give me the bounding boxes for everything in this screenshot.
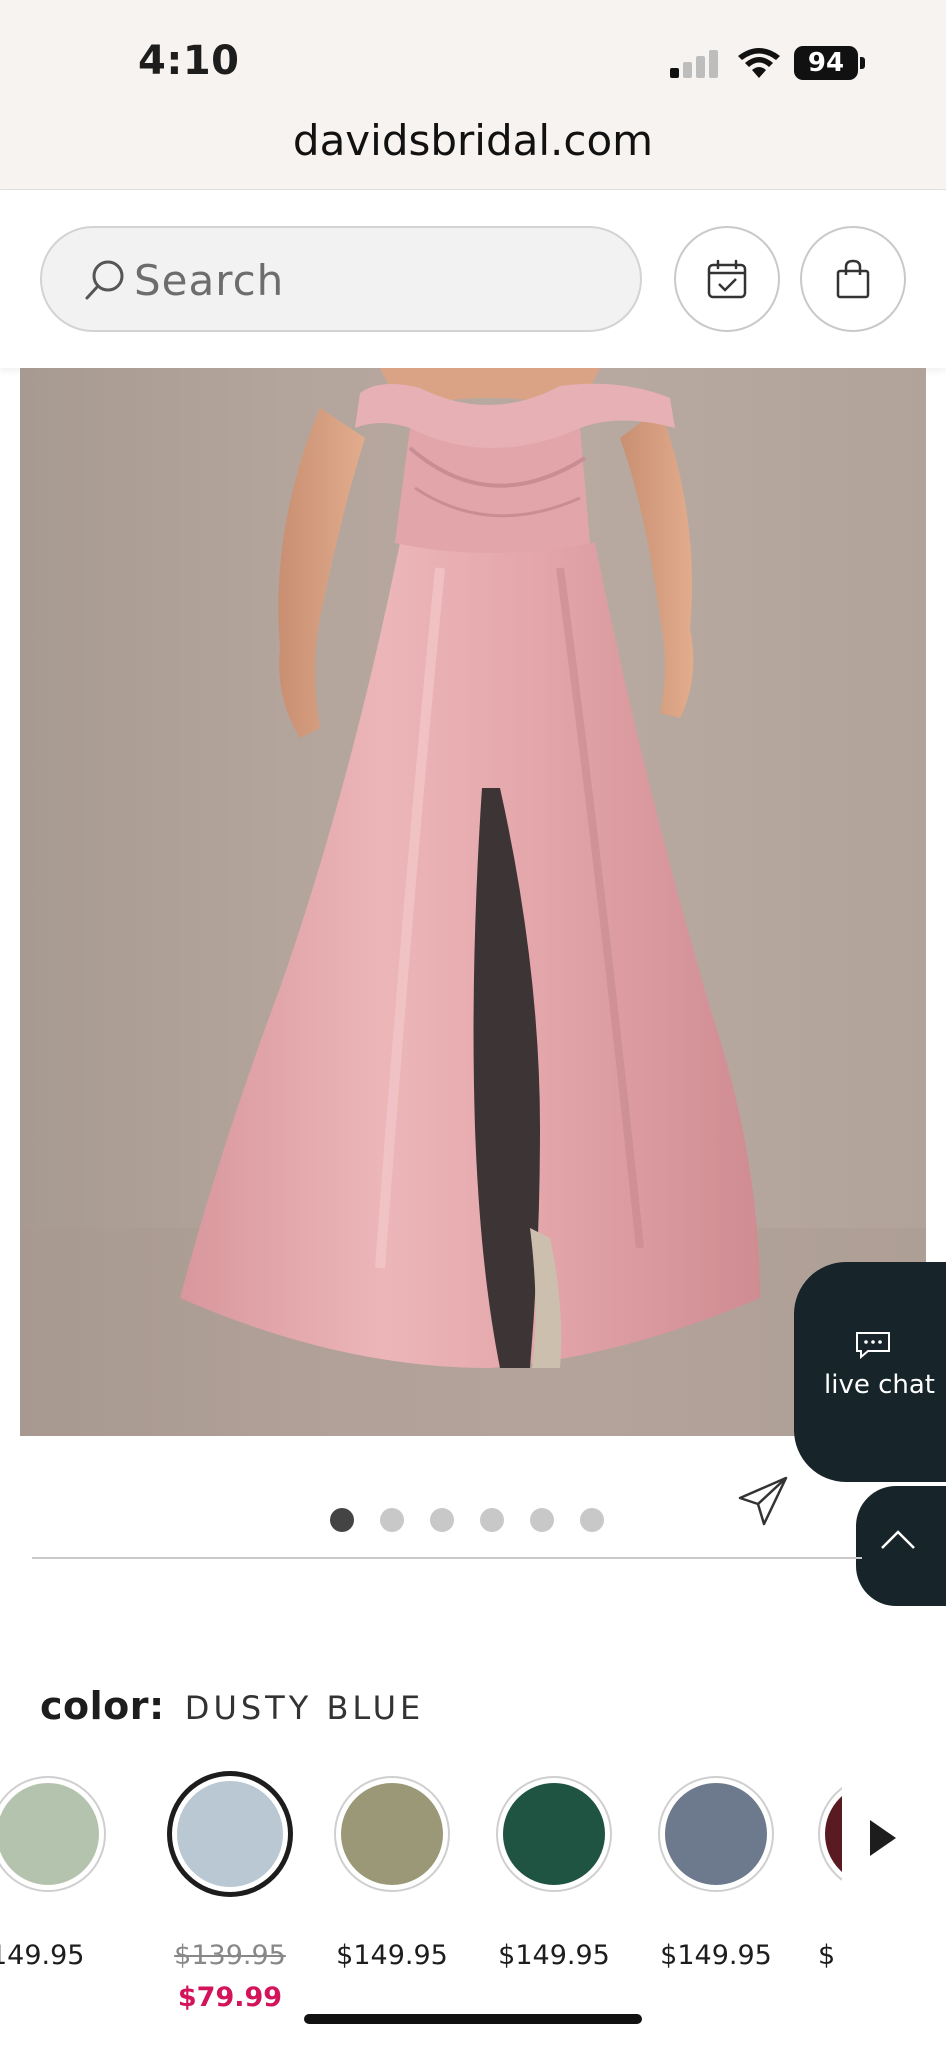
- address-bar-url[interactable]: davidsbridal.com: [0, 116, 946, 165]
- color-swatch-dusty-blue[interactable]: [172, 1776, 288, 1892]
- search-icon: [85, 260, 124, 300]
- carousel-dot[interactable]: [530, 1508, 554, 1532]
- carousel-dot[interactable]: [480, 1508, 504, 1532]
- live-chat-button[interactable]: live chat: [794, 1262, 946, 1482]
- color-selector-heading: color: DUSTY BLUE: [40, 1684, 424, 1728]
- wifi-icon: [738, 48, 780, 78]
- color-swatch-slate[interactable]: [660, 1778, 772, 1890]
- appointment-button[interactable]: [674, 226, 780, 332]
- shopping-bag-icon: [836, 259, 870, 299]
- chat-bubble-icon: [856, 1332, 890, 1360]
- swatch-price: $: [818, 1940, 836, 1971]
- carousel-dot[interactable]: [330, 1508, 354, 1532]
- swatch-price: $149.95: [660, 1940, 772, 1971]
- cellular-signal-icon: [670, 48, 722, 78]
- live-chat-label: live chat: [824, 1370, 935, 1400]
- search-input[interactable]: [134, 250, 614, 310]
- color-label: color:: [40, 1684, 165, 1728]
- swatch-price: 149.95: [0, 1940, 85, 1971]
- color-swatch-emerald[interactable]: [498, 1778, 610, 1890]
- swatch-price: $149.95: [336, 1940, 448, 1971]
- color-swatch-sage[interactable]: [0, 1778, 104, 1890]
- back-to-top-button[interactable]: [856, 1486, 946, 1606]
- color-swatch-burgundy[interactable]: [820, 1778, 842, 1890]
- carousel-dot[interactable]: [430, 1508, 454, 1532]
- browser-chrome: 4:10 94 davidsbridal.com: [0, 0, 946, 190]
- color-swatch-list: 149.95 $139.95 $79.99 $149.95 $149.95 $1…: [0, 1770, 946, 2040]
- section-divider: [32, 1557, 862, 1559]
- swatch-price: $149.95: [498, 1940, 610, 1971]
- search-bar[interactable]: [40, 226, 642, 332]
- share-icon[interactable]: [736, 1474, 790, 1528]
- swatch-next-arrow-icon[interactable]: [870, 1820, 896, 1856]
- shopping-bag-button[interactable]: [800, 226, 906, 332]
- selected-color-name: DUSTY BLUE: [184, 1689, 425, 1727]
- carousel-dot[interactable]: [380, 1508, 404, 1532]
- swatch-viewport: 149.95 $139.95 $79.99 $149.95 $149.95 $1…: [0, 1770, 842, 2040]
- status-time: 4:10: [138, 38, 240, 84]
- battery-indicator: 94: [794, 46, 858, 80]
- battery-tip: [860, 57, 865, 69]
- dress-illustration: [20, 368, 926, 1436]
- swatch-price-original: $139.95: [174, 1940, 286, 1971]
- image-carousel-dots: [330, 1508, 604, 1532]
- calendar-icon: [707, 259, 747, 299]
- product-image[interactable]: [20, 368, 926, 1436]
- carousel-dot[interactable]: [580, 1508, 604, 1532]
- chevron-up-icon: [881, 1530, 915, 1549]
- color-swatch-olive[interactable]: [336, 1778, 448, 1890]
- home-indicator: [304, 2014, 642, 2024]
- swatch-price-sale: $79.99: [177, 1982, 283, 2013]
- site-header: [0, 190, 946, 368]
